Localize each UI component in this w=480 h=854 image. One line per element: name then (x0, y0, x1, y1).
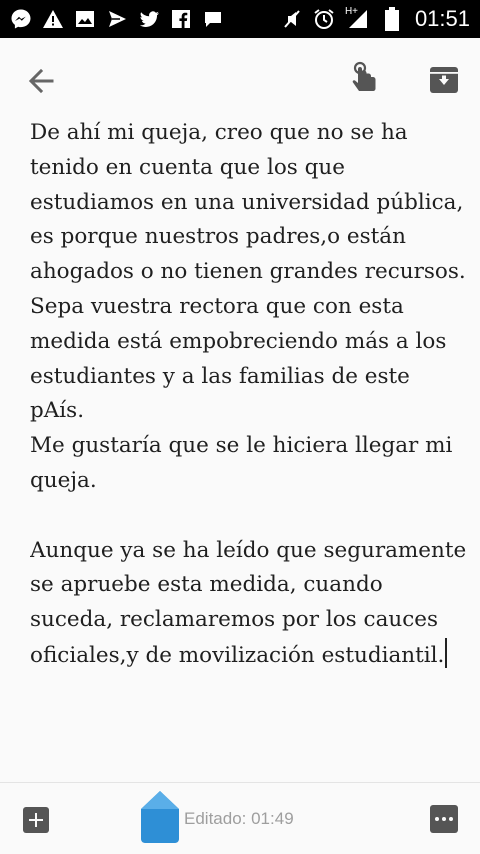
more-icon[interactable] (430, 805, 458, 833)
bottom-bar: Editado: 01:49 (0, 782, 480, 854)
system-icons: H+ 01:51 (281, 6, 470, 32)
facebook-icon (170, 8, 192, 30)
send-icon (106, 8, 128, 30)
back-arrow-icon[interactable] (24, 64, 58, 98)
status-time: 01:51 (414, 6, 470, 31)
add-icon[interactable] (23, 807, 49, 833)
text-cursor (445, 637, 448, 668)
chat-icon (202, 8, 224, 30)
network-type-label: H+ (344, 6, 358, 17)
twitter-icon (138, 8, 160, 30)
note-body-editor[interactable]: De ahí mi queja, creo que no se ha tenid… (30, 116, 470, 782)
alarm-icon (313, 8, 335, 30)
edited-timestamp: Editado: 01:49 (184, 809, 294, 828)
note-toolbar (0, 38, 480, 122)
messenger-icon (10, 8, 32, 30)
note-body-text: De ahí mi queja, creo que no se ha tenid… (30, 120, 467, 668)
status-bar: H+ 01:51 (0, 0, 480, 38)
archive-icon[interactable] (428, 64, 460, 96)
notification-icons (10, 8, 224, 30)
text-selection-handle[interactable] (140, 789, 180, 845)
battery-icon (381, 7, 403, 31)
image-icon (74, 8, 96, 30)
touch-icon[interactable] (348, 60, 382, 98)
mute-icon (281, 8, 303, 30)
signal-icon: H+ (344, 6, 371, 30)
warning-icon (42, 8, 64, 30)
